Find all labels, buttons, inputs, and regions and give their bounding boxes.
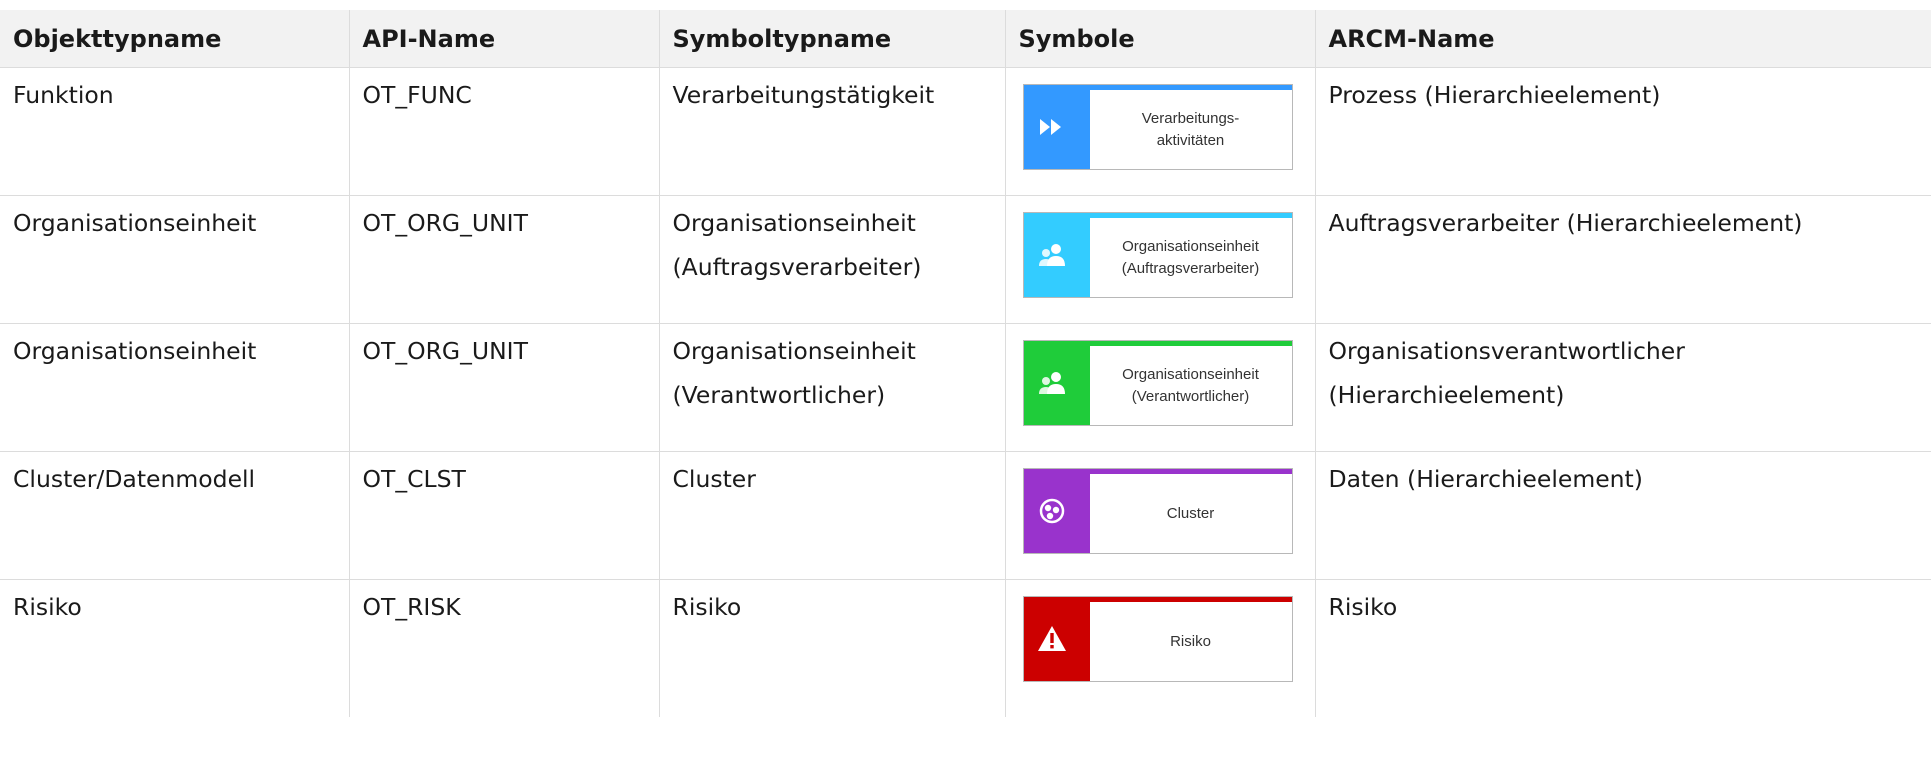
symbol-box: Cluster [1022,468,1293,554]
cell-object-type: Risiko [0,579,350,717]
cell-api-name-line: OT_ORG_UNIT [362,337,528,365]
cell-symbol: Organisationseinheit (Auftragsverarbeiter… [1005,195,1316,324]
cell-symbol: Cluster [1005,451,1316,580]
page: Objekttypname API-Name Symboltypname Sym… [0,0,1931,765]
header-api-name: API-Name [349,10,660,68]
cell-api-name: OT_RISK [349,579,660,717]
symbol-label: Organisationseinheit (Verantwortlicher) [1090,346,1292,425]
symbol-table: Objekttypname API-Name Symboltypname Sym… [0,10,1931,717]
table-row: Organisationseinheit OT_ORG_UNIT Organisat… [0,195,1931,324]
cell-object-type-line: Organisationseinheit [13,209,257,237]
cell-symbol-type-line: (Verantwortlicher) [672,381,886,409]
symbol-label-line: (Verantwortlicher) [1131,387,1250,405]
symbol-label-line: Risiko [1170,632,1211,650]
symbol-label: Verarbeitungs-aktivitäten [1090,90,1292,169]
cell-symbol-type-line: Organisationseinheit [672,209,916,237]
header-symbol: Symbole [1005,10,1316,68]
table-row: Funktion OT_FUNC Verarbeitungstätigkeit Ver… [0,67,1931,196]
cell-symbol-type: Organisationseinheit (Verantwortlicher) [659,323,1006,452]
cell-symbol: Risiko [1005,579,1316,717]
cell-api-name: OT_ORG_UNIT [349,323,660,452]
symbol-label: Cluster [1090,474,1292,553]
cell-symbol-type-line: (Auftragsverarbeiter) [672,253,922,281]
cell-symbol-type: Organisationseinheit (Auftragsverarbeiter… [659,195,1006,324]
cell-object-type-line: Cluster/Datenmodell [13,465,256,493]
symbol-label: Organisationseinheit (Auftragsverarbeiter… [1090,218,1292,297]
table-row: Organisationseinheit OT_ORG_UNIT Organisat… [0,323,1931,452]
cell-api-name-line: OT_RISK [362,593,461,621]
warning-icon [1032,619,1072,659]
cell-arcm-name: Daten (Hierarchieelement) [1315,451,1931,580]
cell-symbol-type-line: Verarbeitungstätigkeit [672,81,935,109]
header-arcm-name: ARCM-Name [1315,10,1931,68]
cell-arcm-name-line: Prozess (Hierarchieelement) [1328,81,1661,109]
symbol-label-line: Cluster [1166,504,1215,522]
cell-arcm-name: Auftragsverarbeiter (Hierarchieelement) [1315,195,1931,324]
symbol-label-line: aktivitäten [1156,131,1225,149]
cell-object-type: Organisationseinheit [0,195,350,324]
cell-arcm-name-line: Daten (Hierarchieelement) [1328,465,1643,493]
header-row: Objekttypname API-Name Symboltypname Sym… [0,10,1931,68]
cell-symbol-type: Risiko [659,579,1006,717]
cell-symbol-type-line: Cluster [672,465,756,493]
cell-symbol-type-line: Organisationseinheit [672,337,916,365]
table-row: Cluster/Datenmodell OT_CLST Cluster Cluster… [0,451,1931,580]
cell-symbol-type-line: Risiko [672,593,742,621]
cell-api-name-line: OT_FUNC [362,81,472,109]
cell-symbol-type: Verarbeitungstätigkeit [659,67,1006,196]
table-body: Funktion OT_FUNC Verarbeitungstätigkeit Ver… [0,67,1931,717]
table-row: Risiko OT_RISK Risiko Risiko Risiko [0,579,1931,717]
symbol-label-line: Organisationseinheit [1122,365,1259,383]
symbol-box: Risiko [1022,596,1293,682]
symbol-label-line: Verarbeitungs- [1141,109,1240,127]
people-icon [1032,363,1072,403]
cell-object-type: Funktion [0,67,350,196]
cell-api-name: OT_ORG_UNIT [349,195,660,324]
symbol-label-line: (Auftragsverarbeiter) [1121,259,1260,277]
symbol-label-line: Organisationseinheit [1122,237,1259,255]
cluster-icon [1032,491,1072,531]
cell-api-name: OT_CLST [349,451,660,580]
table-header: Objekttypname API-Name Symboltypname Sym… [0,10,1931,68]
symbol-label: Risiko [1090,602,1292,681]
cell-symbol: Organisationseinheit (Verantwortlicher) [1005,323,1316,452]
cell-object-type: Cluster/Datenmodell [0,451,350,580]
cell-api-name-line: OT_CLST [362,465,466,493]
people-icon [1032,235,1072,275]
symbol-box: Organisationseinheit (Verantwortlicher) [1022,340,1293,426]
cell-arcm-name-line: Organisationsverantwortlicher [1328,337,1685,365]
cell-object-type: Organisationseinheit [0,323,350,452]
symbol-box: Organisationseinheit (Auftragsverarbeiter… [1022,212,1293,298]
symbol-box: Verarbeitungs-aktivitäten [1022,84,1293,170]
cell-object-type-line: Funktion [13,81,114,109]
cell-object-type-line: Risiko [13,593,82,621]
cell-arcm-name: Risiko [1315,580,1931,717]
cell-api-name-line: OT_ORG_UNIT [362,209,528,237]
header-object-type: Objekttypname [0,10,350,68]
header-symbol-type: Symboltypname [659,10,1006,68]
cell-arcm-name-line: Risiko [1328,593,1398,621]
cell-symbol-type: Cluster [659,451,1006,580]
cell-object-type-line: Organisationseinheit [13,337,257,365]
cell-arcm-name-line: (Hierarchieelement) [1328,381,1565,409]
cell-arcm-name-line: Auftragsverarbeiter (Hierarchieelement) [1328,209,1803,237]
fast-forward-icon [1032,107,1072,147]
cell-symbol: Verarbeitungs-aktivitäten [1005,67,1316,196]
cell-arcm-name: Organisationsverantwortlicher (Hierarchie… [1315,323,1931,452]
cell-arcm-name: Prozess (Hierarchieelement) [1315,67,1931,196]
cell-api-name: OT_FUNC [349,67,660,196]
